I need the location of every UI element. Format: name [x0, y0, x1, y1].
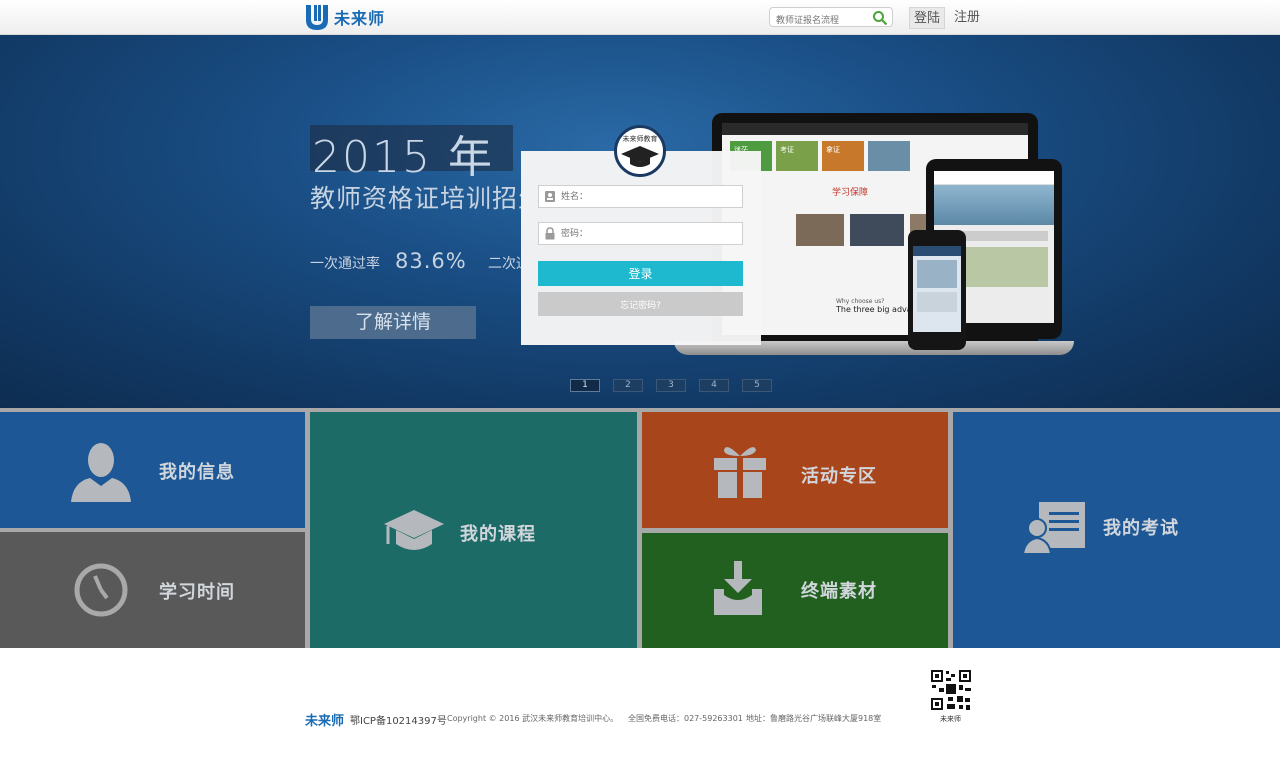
exam-paper-icon: [1023, 502, 1085, 555]
gift-icon: [714, 447, 766, 498]
phone-screen: [913, 246, 961, 332]
pass-rate-label: 一次通过率: [310, 256, 380, 272]
qr-code-icon: [929, 668, 973, 712]
tile-study-time-label: 学习时间: [159, 582, 235, 603]
slide-dot-3[interactable]: 3: [656, 379, 686, 392]
id-card-icon: [545, 191, 555, 202]
tile-activities[interactable]: 活动专区: [642, 412, 948, 528]
laptop-nav-bar: [722, 123, 1028, 135]
graduation-cap-icon: [384, 510, 444, 550]
user-icon: [71, 443, 131, 502]
forgot-password-button[interactable]: 忘记密码?: [538, 292, 743, 316]
graduation-cap-icon: [621, 146, 659, 167]
tile-my-courses[interactable]: 我的课程: [310, 412, 637, 648]
logo-text: 未来师: [334, 9, 386, 28]
tile-study-time[interactable]: 学习时间: [0, 532, 305, 648]
banner-subtitle: 教师资格证培训招生: [310, 184, 522, 213]
footer-copyright: Copyright © 2016 武汉未来师教育培训中心。: [447, 714, 619, 723]
search-input[interactable]: [776, 12, 872, 30]
top-header: 未来师 登陆 注册: [0, 0, 1280, 35]
banner-year: 2015 年: [312, 132, 494, 183]
tile-activities-label: 活动专区: [801, 466, 877, 487]
lock-icon: [545, 227, 555, 240]
password-input[interactable]: [561, 225, 737, 242]
pass-rate-value: 83.6%: [395, 249, 467, 273]
search-box: [769, 7, 893, 30]
tile-my-exam[interactable]: 我的考试: [953, 412, 1280, 648]
second-rate-label: 二次通过率: [488, 256, 521, 272]
logo-mark-icon: [306, 5, 328, 30]
password-field: [538, 222, 743, 245]
tile-my-courses-label: 我的课程: [460, 524, 536, 545]
footer-icp: 鄂ICP备10214397号: [350, 716, 447, 727]
phone-image: [908, 230, 966, 350]
header-login-link[interactable]: 登陆: [909, 7, 946, 29]
header-register-link[interactable]: 注册: [950, 7, 984, 29]
search-icon[interactable]: [872, 10, 888, 26]
laptop-tile-2: 考证: [776, 141, 818, 171]
site-logo[interactable]: 未来师: [304, 3, 385, 31]
qr-caption: 未来师: [940, 715, 961, 723]
name-input[interactable]: [561, 188, 737, 205]
laptop-tile-4: [868, 141, 910, 171]
tile-my-exam-label: 我的考试: [1103, 518, 1179, 539]
laptop-tile-3: 拿证: [822, 141, 864, 171]
tile-terminal[interactable]: 终端素材: [642, 533, 948, 648]
footer-address: 地址：鲁磨路光谷广场联峰大厦918室: [746, 714, 882, 723]
slide-dot-5[interactable]: 5: [742, 379, 772, 392]
login-badge: 未来师教育: [614, 125, 666, 177]
login-button[interactable]: 登录: [538, 261, 743, 286]
slide-dot-1[interactable]: 1: [570, 379, 600, 392]
footer-phone: 全国免费电话：027-59263301: [628, 714, 743, 723]
download-tray-icon: [714, 561, 762, 615]
footer-logo[interactable]: 未来师: [305, 710, 344, 729]
tile-my-info-label: 我的信息: [159, 462, 235, 483]
slide-dot-2[interactable]: 2: [613, 379, 643, 392]
name-field: [538, 185, 743, 208]
tile-my-info[interactable]: 我的信息: [0, 412, 305, 528]
tile-terminal-label: 终端素材: [801, 581, 877, 602]
slide-dot-4[interactable]: 4: [699, 379, 729, 392]
clock-icon: [74, 563, 128, 617]
learn-more-button[interactable]: 了解详情: [310, 306, 476, 339]
